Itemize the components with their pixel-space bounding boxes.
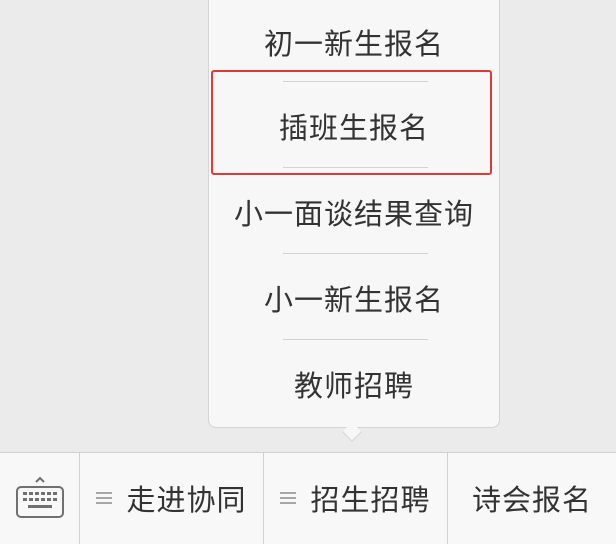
keyboard-toggle-button[interactable] bbox=[0, 452, 79, 544]
submenu-item-label: 初一新生报名 bbox=[263, 27, 444, 61]
menu-item-label: 招生招聘 bbox=[310, 483, 431, 517]
highlight-annotation-box bbox=[211, 70, 492, 175]
hamburger-icon bbox=[280, 491, 297, 505]
submenu-item-label: 小一面谈结果查询 bbox=[233, 197, 474, 231]
submenu-item-label: 教师招聘 bbox=[293, 369, 414, 403]
submenu-item-label: 小一新生报名 bbox=[263, 283, 444, 317]
menu-item-admissions[interactable]: 招生招聘 bbox=[264, 452, 447, 544]
menu-item-label: 走进协同 bbox=[126, 483, 247, 517]
submenu-separator bbox=[283, 253, 428, 254]
submenu-item-interview-results[interactable]: 小一面谈结果查询 bbox=[208, 170, 500, 254]
menu-item-label: 诗会报名 bbox=[471, 483, 592, 517]
keyboard-icon bbox=[14, 475, 66, 521]
submenu-separator bbox=[283, 339, 428, 340]
menu-item-about[interactable]: 走进协同 bbox=[80, 452, 263, 544]
menu-item-poetry-registration[interactable]: 诗会报名 bbox=[448, 452, 616, 544]
submenu-item-grade1-registration[interactable]: 小一新生报名 bbox=[208, 256, 500, 340]
hamburger-icon bbox=[96, 491, 113, 505]
submenu-item-teacher-recruitment[interactable]: 教师招聘 bbox=[208, 342, 500, 426]
